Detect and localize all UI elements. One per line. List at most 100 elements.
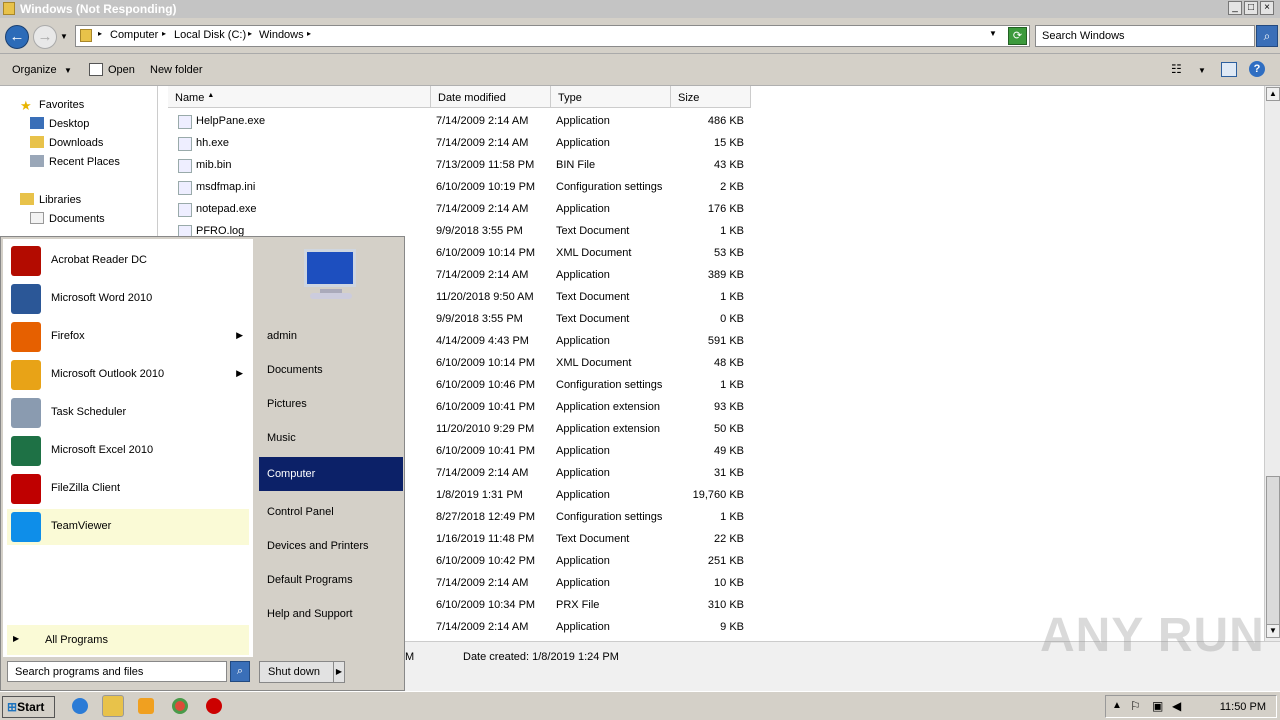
file-date: 7/14/2009 2:14 AM [436, 577, 529, 589]
program-item[interactable]: Microsoft Word 2010 [7, 281, 249, 317]
open-button[interactable]: Open [108, 64, 135, 76]
table-row[interactable]: mib.bin 7/13/2009 11:58 PM BIN File 43 KB [160, 154, 760, 176]
file-date: 8/27/2018 12:49 PM [436, 511, 536, 523]
file-size: 43 KB [714, 159, 744, 171]
breadcrumb-computer[interactable]: Computer [110, 29, 158, 41]
clock[interactable]: 11:50 PM [1220, 701, 1266, 713]
forward-button[interactable]: → [33, 25, 57, 49]
program-icon [11, 322, 41, 352]
vertical-scrollbar[interactable]: ▲ ▼ [1264, 86, 1280, 641]
start-place-item[interactable]: Devices and Printers [259, 529, 403, 563]
start-place-item[interactable]: Computer [259, 457, 403, 491]
table-row[interactable]: HelpPane.exe 7/14/2009 2:14 AM Application… [160, 110, 760, 132]
start-search-input[interactable]: Search programs and files [7, 661, 227, 682]
program-item[interactable]: Microsoft Excel 2010 [7, 433, 249, 469]
maximize-button[interactable]: □ [1244, 1, 1258, 15]
view-options-icon[interactable]: ☷ [1171, 62, 1182, 76]
chevron-down-icon[interactable]: ▼ [1198, 66, 1206, 75]
windows-explorer-icon[interactable] [102, 695, 124, 717]
command-bar: Organize ▼ Open New folder ☷ ▼ ? [0, 54, 1280, 86]
program-item[interactable]: Task Scheduler [7, 395, 249, 431]
back-button[interactable]: ← [5, 25, 29, 49]
file-size: 2 KB [720, 181, 744, 193]
table-row[interactable]: notepad.exe 7/14/2009 2:14 AM Application 1… [160, 198, 760, 220]
nav-favorites[interactable]: ★ Favorites [20, 98, 84, 113]
window-title-bar[interactable]: Windows (Not Responding) _ □ × [0, 0, 1280, 18]
table-row[interactable]: msdfmap.ini 6/10/2009 10:19 PM Configurati… [160, 176, 760, 198]
chevron-down-icon[interactable]: ▼ [64, 66, 72, 75]
start-place-item[interactable]: Help and Support [259, 597, 403, 631]
start-place-item[interactable]: Control Panel [259, 495, 403, 529]
file-size: 486 KB [707, 115, 744, 127]
start-button[interactable]: ⊞Start [2, 696, 55, 718]
file-size: 93 KB [714, 401, 744, 413]
nav-recent-places[interactable]: Recent Places [30, 155, 120, 168]
chevron-right-icon[interactable]: ▸ [307, 29, 311, 38]
chrome-icon[interactable] [172, 698, 188, 714]
nav-downloads-label: Downloads [49, 137, 104, 149]
recent-pages-chevron-icon[interactable]: ▼ [60, 32, 68, 41]
star-icon: ★ [20, 98, 32, 113]
column-header-size[interactable]: Size [671, 86, 751, 108]
chevron-right-icon[interactable]: ▸ [98, 29, 102, 38]
shut-down-options-icon[interactable]: ▶ [333, 661, 345, 683]
close-button[interactable]: × [1260, 1, 1274, 15]
column-header-name[interactable]: Name ▲ [168, 86, 431, 108]
program-item[interactable]: Firefox ▶ [7, 319, 249, 355]
breadcrumb-windows[interactable]: Windows [259, 29, 304, 41]
volume-icon[interactable]: ◀ [1172, 699, 1181, 713]
window-title: Windows (Not Responding) [20, 2, 177, 16]
all-programs-button[interactable]: ▶ All Programs [7, 625, 249, 655]
internet-explorer-icon[interactable] [72, 698, 88, 714]
program-item[interactable]: Microsoft Outlook 2010 ▶ [7, 357, 249, 393]
column-header-date[interactable]: Date modified [431, 86, 551, 108]
nav-downloads[interactable]: Downloads [30, 136, 103, 149]
chevron-right-icon[interactable]: ▸ [248, 29, 252, 38]
search-icon[interactable]: ⌕ [230, 661, 250, 682]
start-place-item[interactable]: Music [259, 421, 403, 455]
file-type: Configuration settings [556, 379, 663, 391]
start-place-item[interactable]: Default Programs [259, 563, 403, 597]
minimize-button[interactable]: _ [1228, 1, 1242, 15]
network-icon[interactable]: ▣ [1152, 699, 1163, 713]
shut-down-button[interactable]: Shut down [259, 661, 334, 683]
scroll-up-icon[interactable]: ▲ [1266, 87, 1280, 101]
search-icon[interactable]: ⌕ [1256, 25, 1278, 47]
sort-ascending-icon: ▲ [207, 92, 215, 99]
address-box[interactable]: ▸ Computer ▸ Local Disk (C:) ▸ Windows ▸… [75, 25, 1030, 47]
opera-icon[interactable] [206, 698, 222, 714]
start-place-item[interactable]: Documents [259, 353, 403, 387]
file-size: 591 KB [707, 335, 744, 347]
table-row[interactable]: hh.exe 7/14/2009 2:14 AM Application 15 KB [160, 132, 760, 154]
show-hidden-icons-icon[interactable]: ▲ [1112, 700, 1122, 711]
flag-icon[interactable]: ⚐ [1130, 699, 1141, 713]
start-place-item[interactable]: admin [259, 319, 403, 353]
file-type: Application [556, 203, 610, 215]
program-item[interactable]: Acrobat Reader DC [7, 243, 249, 279]
recent-places-icon [30, 155, 44, 167]
search-input[interactable]: Search Windows [1035, 25, 1255, 47]
help-icon[interactable]: ? [1249, 61, 1265, 77]
address-dropdown-icon[interactable]: ▼ [989, 29, 997, 38]
nav-desktop[interactable]: Desktop [30, 117, 89, 130]
file-date: 6/10/2009 10:14 PM [436, 247, 536, 259]
column-header-type[interactable]: Type [551, 86, 671, 108]
program-item[interactable]: FileZilla Client [7, 471, 249, 507]
file-type: Text Document [556, 291, 630, 303]
preview-pane-icon[interactable] [1221, 62, 1237, 77]
file-date: 7/14/2009 2:14 AM [436, 269, 529, 281]
chevron-right-icon[interactable]: ▸ [162, 29, 166, 38]
breadcrumb-local-disk[interactable]: Local Disk (C:) [174, 29, 246, 41]
new-folder-button[interactable]: New folder [150, 64, 203, 76]
nav-libraries[interactable]: Libraries [20, 193, 81, 206]
organize-button[interactable]: Organize [12, 64, 57, 76]
file-date: 7/14/2009 2:14 AM [436, 115, 529, 127]
program-item[interactable]: TeamViewer [7, 509, 249, 545]
refresh-icon[interactable]: ⟳ [1008, 27, 1027, 45]
chevron-right-icon: ▶ [13, 634, 20, 643]
media-player-icon[interactable] [138, 698, 154, 714]
nav-documents[interactable]: Documents [30, 212, 105, 225]
scroll-thumb[interactable] [1266, 476, 1280, 626]
start-place-item[interactable]: Pictures [259, 387, 403, 421]
scroll-down-icon[interactable]: ▼ [1266, 624, 1280, 638]
